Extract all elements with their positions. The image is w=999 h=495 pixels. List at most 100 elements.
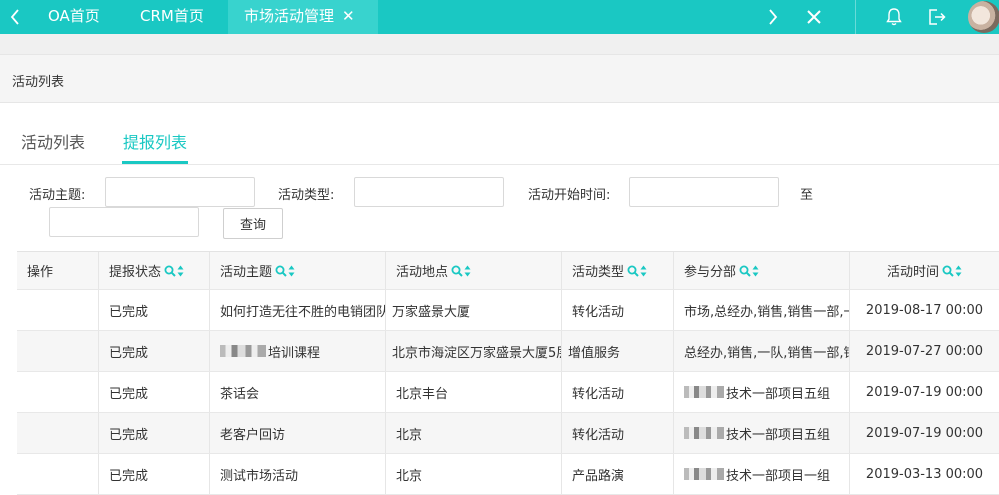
sort-icon[interactable] [288, 265, 295, 277]
column-header-theme[interactable]: 活动主题 [209, 252, 385, 289]
column-header-time[interactable]: 活动时间 [849, 252, 999, 289]
redacted-text [220, 345, 266, 357]
search-icon[interactable] [627, 265, 639, 277]
search-icon[interactable] [164, 265, 176, 277]
cell-dept-text: 技术一部项目一组 [726, 468, 831, 484]
tabs-scroll-right-button[interactable] [758, 0, 788, 34]
column-header-status[interactable]: 提报状态 [98, 252, 209, 289]
cell-dept: 技术一部项目五组 [673, 413, 849, 453]
sort-icon[interactable] [955, 265, 962, 277]
sort-icon[interactable] [177, 265, 184, 277]
table-row[interactable]: 已完成 茶话会 北京丰台 转化活动 技术一部项目五组 2019-07-19 00… [17, 372, 999, 413]
sort-search-icons[interactable] [275, 265, 295, 277]
cell-dept: 技术一部项目五组 [673, 372, 849, 412]
active-tab-indicator [122, 161, 188, 164]
query-button[interactable]: 查询 [223, 208, 283, 239]
top-nav-bar: OA首页 CRM首页 市场活动管理 ✕ [0, 0, 999, 34]
cell-status: 已完成 [98, 372, 209, 412]
cell-operation[interactable] [17, 454, 98, 494]
tabs-scroll-left-button[interactable] [0, 0, 30, 34]
search-icon[interactable] [942, 265, 954, 277]
column-header-dept[interactable]: 参与分部 [673, 252, 849, 289]
cell-operation[interactable] [17, 372, 98, 412]
breadcrumb-title: 活动列表 [12, 75, 65, 90]
tab-crm-home[interactable]: CRM首页 [140, 0, 204, 34]
bell-icon [886, 8, 902, 26]
tab-activity-list[interactable]: 活动列表 [21, 129, 85, 153]
cell-operation[interactable] [17, 331, 98, 371]
sort-search-icons[interactable] [627, 265, 647, 277]
theme-label: 活动主题: [29, 188, 86, 203]
table-row[interactable]: 已完成 如何打造无往不胜的电销团队 万家盛景大厦 转化活动 市场,总经办,销售,… [17, 290, 999, 331]
table-row[interactable]: 已完成 培训课程 北京市海淀区万家盛景大厦5层 增值服务 总经办,销售,一队,销… [17, 331, 999, 372]
logout-button[interactable] [920, 0, 954, 34]
type-label: 活动类型: [278, 188, 335, 203]
cell-operation[interactable] [17, 290, 98, 330]
cell-status: 已完成 [98, 290, 209, 330]
cell-time: 2019-03-13 00:00 [849, 454, 999, 494]
notification-button[interactable] [877, 0, 911, 34]
cell-place: 北京 [385, 454, 561, 494]
redacted-text [684, 427, 724, 439]
sort-search-icons[interactable] [739, 265, 759, 277]
column-header-operation: 操作 [27, 265, 54, 280]
start-time-input[interactable] [629, 177, 779, 207]
column-header-type[interactable]: 活动类型 [561, 252, 673, 289]
close-icon [807, 10, 821, 24]
close-icon[interactable]: ✕ [342, 0, 355, 33]
report-table: 操作 提报状态 活动主题 活动地点 活动类型 参与分部 活动时间 已完成 如何打… [17, 251, 999, 495]
chevron-left-icon [10, 9, 19, 25]
sort-icon[interactable] [752, 265, 759, 277]
cell-place: 万家盛景大厦 [385, 290, 561, 330]
cell-type: 转化活动 [561, 372, 673, 412]
cell-theme-text: 培训课程 [268, 345, 321, 361]
cell-dept-text: 技术一部项目五组 [726, 427, 831, 443]
tab-market-activity[interactable]: 市场活动管理 ✕ [228, 0, 378, 34]
tab-report-list[interactable]: 提报列表 [123, 129, 187, 153]
sort-icon[interactable] [464, 265, 471, 277]
cell-type: 增值服务 [561, 331, 673, 371]
cell-status: 已完成 [98, 331, 209, 371]
cell-time: 2019-07-19 00:00 [849, 372, 999, 412]
theme-input[interactable] [105, 177, 255, 207]
search-icon[interactable] [739, 265, 751, 277]
cell-operation[interactable] [17, 413, 98, 453]
search-icon[interactable] [275, 265, 287, 277]
cell-place: 北京丰台 [385, 372, 561, 412]
cell-type: 转化活动 [561, 290, 673, 330]
to-label: 至 [800, 188, 814, 203]
avatar[interactable] [968, 1, 999, 33]
column-header-place[interactable]: 活动地点 [385, 252, 561, 289]
cell-theme: 老客户回访 [209, 413, 385, 453]
cell-place: 北京 [385, 413, 561, 453]
type-input[interactable] [354, 177, 504, 207]
sort-icon[interactable] [640, 265, 647, 277]
tab-oa-home[interactable]: OA首页 [48, 0, 100, 34]
cell-place: 北京市海淀区万家盛景大厦5层 [385, 331, 561, 371]
close-all-tabs-button[interactable] [797, 0, 831, 34]
cell-time: 2019-08-17 00:00 [849, 290, 999, 330]
sort-search-icons[interactable] [164, 265, 184, 277]
redacted-text [684, 468, 724, 480]
cell-dept: 市场,总经办,销售,销售一部,一队 [673, 290, 849, 330]
divider [855, 0, 856, 34]
redacted-text [684, 386, 724, 398]
table-header-row: 操作 提报状态 活动主题 活动地点 活动类型 参与分部 活动时间 [17, 252, 999, 290]
search-icon[interactable] [451, 265, 463, 277]
logout-icon [929, 9, 946, 25]
cell-time: 2019-07-27 00:00 [849, 331, 999, 371]
top-spacer [0, 34, 999, 54]
start-time-label: 活动开始时间: [528, 188, 611, 203]
sub-tabs: 活动列表 提报列表 [0, 103, 999, 165]
cell-type: 产品路演 [561, 454, 673, 494]
sort-search-icons[interactable] [942, 265, 962, 277]
table-row[interactable]: 已完成 老客户回访 北京 转化活动 技术一部项目五组 2019-07-19 00… [17, 413, 999, 454]
sort-search-icons[interactable] [451, 265, 471, 277]
cell-dept: 总经办,销售,一队,销售一部,销售 [673, 331, 849, 371]
cell-dept: 技术一部项目一组 [673, 454, 849, 494]
cell-type: 转化活动 [561, 413, 673, 453]
tab-market-activity-label: 市场活动管理 [244, 7, 335, 25]
cell-dept-text: 技术一部项目五组 [726, 386, 831, 402]
cell-theme: 培训课程 [209, 331, 385, 371]
end-time-input[interactable] [49, 207, 199, 237]
